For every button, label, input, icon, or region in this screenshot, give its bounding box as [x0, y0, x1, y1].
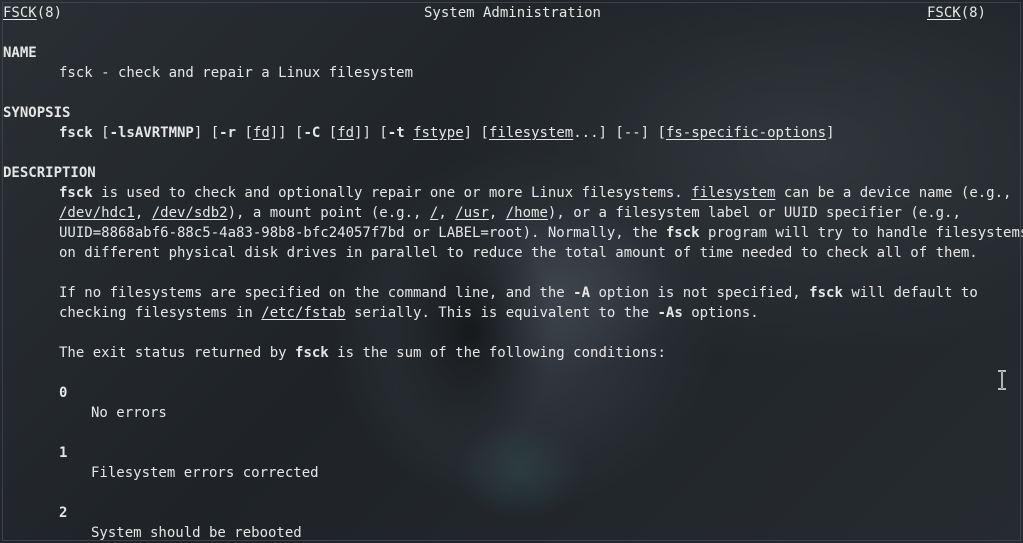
man-header-title: System Administration	[423, 5, 601, 21]
description-text: serially. This is equivalent to the	[345, 305, 658, 321]
description-line-3: UUID=8868abf6-88c5-4a83-98b8-bfc24057f7b…	[59, 223, 1023, 243]
opt-As: -As	[657, 305, 683, 321]
description-text: ,	[134, 205, 152, 221]
synopsis-line: fsck [-lsAVRTMNP] [-r [fd]] [-C [fd]] [-…	[59, 123, 835, 143]
header-right-name: FSCK	[926, 5, 961, 21]
synopsis-punct: ]] [	[354, 125, 388, 141]
section-heading-name: NAME	[3, 45, 37, 61]
description-para2-line-1: If no filesystems are specified on the c…	[59, 283, 978, 303]
description-text: option is not specified,	[590, 285, 810, 301]
description-text: is used to check and optionally repair o…	[92, 185, 692, 201]
exit-code-description: Filesystem errors corrected	[91, 465, 319, 481]
cmd-fsck: fsck	[809, 285, 843, 301]
header-right-section: (8)	[960, 5, 986, 21]
synopsis-punct: [	[92, 125, 110, 141]
description-text: program will try to handle filesystems	[699, 225, 1023, 241]
description-text: ,	[438, 205, 456, 221]
synopsis-arg-filesystem: filesystem	[488, 125, 574, 141]
synopsis-punct: ] [	[193, 125, 220, 141]
synopsis-arg-fd: fd	[252, 125, 270, 141]
synopsis-punct: [	[320, 125, 338, 141]
description-text: options.	[682, 305, 759, 321]
synopsis-arg-fstype: fstype	[413, 125, 464, 141]
description-text: is the sum of the following conditions:	[328, 345, 666, 361]
opt-A: -A	[573, 285, 591, 301]
section-heading-synopsis: SYNOPSIS	[3, 105, 71, 121]
description-text: ), or a filesystem label or UUID specifi…	[547, 205, 961, 221]
cmd-fsck: fsck	[665, 225, 700, 241]
synopsis-punct: ]] [	[269, 125, 304, 141]
description-line-2: /dev/hdc1, /dev/sdb2), a mount point (e.…	[59, 203, 961, 223]
description-text: UUID=8868abf6-88c5-4a83-98b8-bfc24057f7b…	[59, 225, 666, 241]
synopsis-punct: ]	[826, 125, 835, 141]
arg-filesystem: filesystem	[691, 185, 776, 201]
exit-code-value: 2	[59, 505, 68, 521]
description-line-1: fsck is used to check and optionally rep…	[59, 183, 1011, 203]
description-text: can be a device name (e.g.,	[775, 185, 1012, 201]
path-dev-sdb2: /dev/sdb2	[151, 205, 228, 221]
cmd-fsck: fsck	[295, 345, 329, 361]
text-cursor-icon	[998, 370, 1006, 390]
synopsis-punct	[405, 125, 413, 141]
terminal-window[interactable]: FSCK(8) System Administration FSCK(8) NA…	[2, 2, 1023, 541]
description-text: checking filesystems in	[59, 305, 262, 321]
path-home: /home	[505, 205, 548, 221]
description-text: The exit status returned by	[59, 345, 296, 361]
path-etc-fstab: /etc/fstab	[261, 305, 346, 321]
exit-code-description: System should be rebooted	[91, 525, 302, 541]
description-text: will default to	[842, 285, 978, 301]
description-text: ), a mount point (e.g.,	[227, 205, 430, 221]
synopsis-arg-fd: fd	[337, 125, 355, 141]
exit-code-value: 0	[59, 385, 68, 401]
path-dev-hdc1: /dev/hdc1	[59, 205, 135, 221]
synopsis-arg-fs-specific: fs-specific-options	[665, 125, 827, 141]
synopsis-cmd: fsck	[59, 125, 93, 141]
man-header-right: FSCK(8)	[927, 3, 986, 23]
synopsis-opt-c: -C	[303, 125, 321, 141]
exit-code-value: 1	[59, 445, 68, 461]
synopsis-punct: ...] [--] [	[573, 125, 666, 141]
synopsis-opt-flags: -lsAVRTMNP	[109, 125, 194, 141]
name-text: fsck - check and repair a Linux filesyst…	[59, 65, 414, 81]
synopsis-punct: ] [	[463, 125, 489, 141]
section-heading-description: DESCRIPTION	[3, 165, 96, 181]
description-para3: The exit status returned by fsck is the …	[59, 343, 666, 363]
path-usr: /usr	[455, 205, 489, 221]
description-para2-line-2: checking filesystems in /etc/fstab seria…	[59, 303, 759, 323]
description-text: If no filesystems are specified on the c…	[59, 285, 574, 301]
synopsis-opt-r: -r	[219, 125, 237, 141]
synopsis-punct: [	[236, 125, 253, 141]
description-text: ,	[488, 205, 506, 221]
cmd-fsck: fsck	[59, 185, 93, 201]
description-line-4: on different physical disk drives in par…	[59, 245, 978, 261]
exit-code-description: No errors	[91, 405, 167, 421]
synopsis-opt-t: -t	[387, 125, 405, 141]
